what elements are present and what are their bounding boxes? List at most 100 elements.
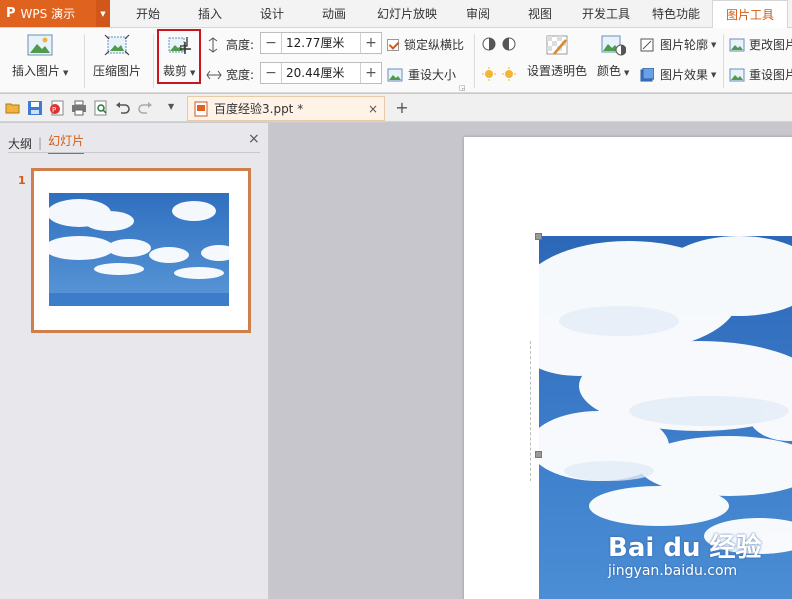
app-menu-dropdown-icon[interactable]: ▼ <box>96 0 110 27</box>
width-increase-button[interactable]: + <box>361 63 381 83</box>
insert-picture-label: 插入图片 <box>12 64 61 78</box>
height-icon <box>208 36 218 53</box>
tab-developer[interactable]: 开发工具 <box>574 0 638 28</box>
height-decrease-button[interactable]: − <box>261 33 281 53</box>
width-icon <box>206 70 222 79</box>
dialog-launcher-icon[interactable]: ◲ <box>459 84 466 92</box>
compress-picture-icon <box>104 34 130 56</box>
resize-handle-top-left[interactable] <box>535 233 542 240</box>
insert-picture-button[interactable]: 插入图片 ▼ <box>12 34 68 79</box>
change-picture-label: 更改图片 <box>749 38 792 52</box>
chevron-down-icon: ▼ <box>63 69 69 77</box>
picture-effect-icon <box>640 67 654 81</box>
close-panel-icon[interactable]: × <box>248 131 260 147</box>
reset-size-icon <box>387 68 403 81</box>
sky-clouds-thumbnail-image <box>49 193 229 306</box>
slide-panel: 大纲 | 幻灯片 × 1 <box>0 123 269 599</box>
baidu-watermark-url: jingyan.baidu.com <box>608 563 738 579</box>
new-tab-button[interactable]: + <box>393 97 411 119</box>
print-preview-icon[interactable] <box>93 100 109 116</box>
picture-effect-button[interactable]: 图片效果 ▼ <box>640 66 716 83</box>
chevron-down-icon: ▼ <box>711 40 717 49</box>
tab-outline[interactable]: 大纲 <box>8 135 32 152</box>
reset-size-label: 重设大小 <box>408 68 457 82</box>
height-label: 高度: <box>226 38 255 52</box>
height-row: 高度: <box>206 36 254 53</box>
svg-text:P: P <box>52 106 56 114</box>
height-increase-button[interactable]: + <box>361 33 381 53</box>
brightness-icons[interactable] <box>481 66 519 82</box>
export-pdf-icon[interactable]: P <box>49 100 65 116</box>
tab-review[interactable]: 审阅 <box>452 0 504 28</box>
lock-aspect-ratio-label: 锁定纵横比 <box>404 38 465 52</box>
picture-outline-button[interactable]: 图片轮廓 ▼ <box>640 36 716 53</box>
slide-thumbnail[interactable] <box>31 168 251 333</box>
width-row: 宽度: <box>206 66 254 83</box>
baidu-watermark-logo: Bai du 经验 <box>608 533 762 563</box>
reset-picture-label: 重设图片 <box>749 68 792 82</box>
ribbon-divider <box>474 34 475 88</box>
wps-app-menu-button[interactable]: P WPS 演示 <box>0 0 96 27</box>
tab-slides[interactable]: 幻灯片 <box>48 132 85 154</box>
selection-edge <box>530 341 536 481</box>
compress-picture-label: 压缩图片 <box>93 64 142 78</box>
menu-bar: P WPS 演示 ▼ 开始 插入 设计 动画 幻灯片放映 审阅 视图 开发工具 … <box>0 0 792 29</box>
picture-outline-label: 图片轮廓 <box>660 38 709 52</box>
resize-handle-middle-left[interactable] <box>535 451 542 458</box>
height-input[interactable]: 12.77厘米 <box>281 33 361 53</box>
width-label: 宽度: <box>226 68 255 82</box>
ribbon-divider <box>84 34 85 88</box>
change-picture-button[interactable]: 更改图片 <box>729 36 792 53</box>
set-transparent-color-label: 设置透明色 <box>527 64 588 78</box>
redo-icon[interactable] <box>137 100 153 116</box>
lock-aspect-ratio-checkbox[interactable]: 锁定纵横比 <box>387 36 464 53</box>
slide-number: 1 <box>18 174 26 187</box>
close-tab-icon[interactable]: × <box>368 102 378 116</box>
app-name: WPS 演示 <box>20 7 76 21</box>
chevron-down-icon: ▼ <box>624 69 630 77</box>
panel-divider-line <box>8 152 260 153</box>
wps-logo-icon: P <box>6 6 16 21</box>
set-transparent-color-button[interactable]: 设置透明色 <box>527 34 587 79</box>
open-folder-icon[interactable] <box>5 100 21 116</box>
transparent-color-icon <box>546 35 568 55</box>
save-icon[interactable] <box>27 100 43 116</box>
document-tab[interactable]: 百度经验3.ppt * × <box>187 96 385 121</box>
tab-view[interactable]: 视图 <box>514 0 566 28</box>
tab-insert[interactable]: 插入 <box>184 0 236 28</box>
color-icon <box>601 35 627 56</box>
contrast-icons[interactable] <box>481 36 519 52</box>
reset-size-button[interactable]: 重设大小 <box>387 66 456 83</box>
width-input[interactable]: 20.44厘米 <box>281 63 361 83</box>
tab-start[interactable]: 开始 <box>122 0 174 28</box>
quick-access-bar: P ▼ 百度经验3.ppt * × + <box>0 94 792 122</box>
ppt-file-icon <box>194 101 208 116</box>
tab-picture-tools[interactable]: 图片工具 <box>712 0 788 29</box>
print-icon[interactable] <box>71 100 87 116</box>
picture-effect-label: 图片效果 <box>660 68 709 82</box>
reset-picture-button[interactable]: 重设图片 <box>729 66 792 83</box>
tab-divider: | <box>38 136 43 150</box>
undo-icon[interactable] <box>115 100 131 116</box>
width-decrease-button[interactable]: − <box>261 63 281 83</box>
height-stepper[interactable]: − 12.77厘米 + <box>260 32 382 54</box>
color-label: 颜色 <box>597 64 622 78</box>
width-stepper[interactable]: − 20.44厘米 + <box>260 62 382 84</box>
tab-animation[interactable]: 动画 <box>308 0 360 28</box>
reset-picture-icon <box>729 68 745 81</box>
change-picture-icon <box>729 38 745 51</box>
picture-outline-icon <box>640 38 654 51</box>
tab-design[interactable]: 设计 <box>246 0 298 28</box>
compress-picture-button[interactable]: 压缩图片 <box>93 34 141 79</box>
crop-highlight-box <box>157 29 201 84</box>
tab-slideshow[interactable]: 幻灯片放映 <box>370 0 444 28</box>
ribbon-picture-tools: 插入图片 ▼ 压缩图片 裁剪 ▼ 高度: − 12.77厘米 + 宽度: − 2… <box>0 28 792 93</box>
ribbon-divider <box>723 34 724 88</box>
panel-tabs: 大纲 | 幻灯片 <box>8 132 85 154</box>
quick-access-dropdown-icon[interactable]: ▼ <box>168 102 174 111</box>
tab-features[interactable]: 特色功能 <box>644 0 708 28</box>
color-button[interactable]: 颜色 ▼ <box>597 34 629 79</box>
picture-icon <box>27 34 53 56</box>
ribbon-divider <box>153 34 154 88</box>
checkbox-checked-icon <box>387 38 399 51</box>
